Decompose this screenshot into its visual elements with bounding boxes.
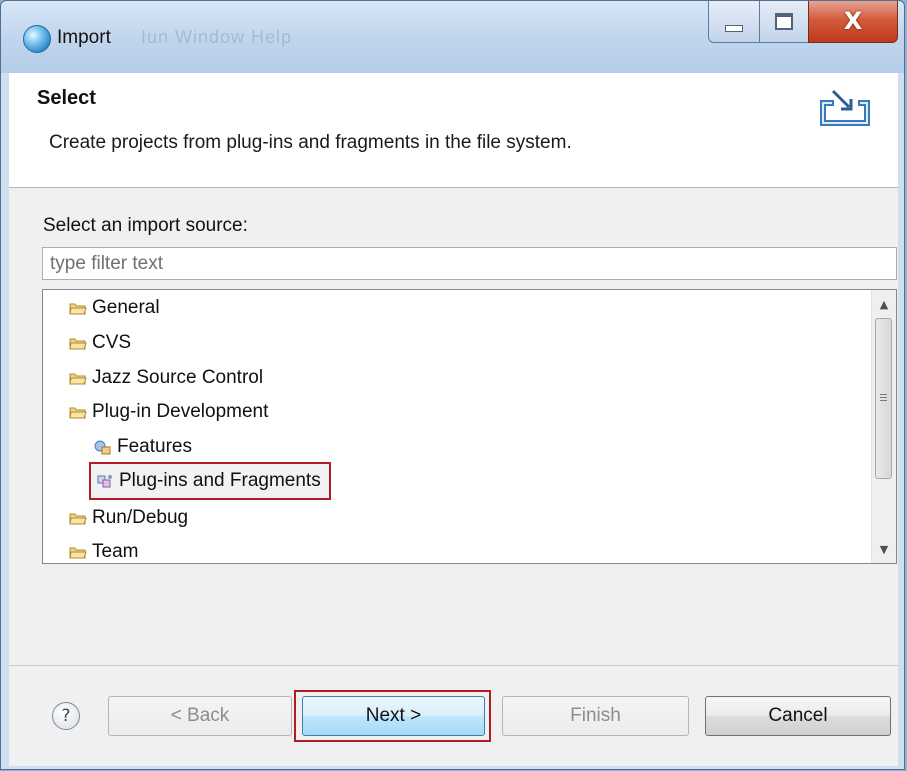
plugin-icon (95, 472, 115, 490)
scroll-down-arrow-icon[interactable]: ▼ (872, 537, 896, 561)
import-source-tree[interactable]: General CVS Jazz Source Control Plug-in … (42, 289, 897, 564)
tree-item-label: CVS (92, 332, 132, 353)
close-icon: X (843, 6, 863, 35)
wizard-content: Select an import source: General CVS Jaz (9, 188, 898, 665)
folder-icon (69, 337, 87, 350)
tree-item-label: Features (117, 436, 192, 457)
tree-item-run-debug[interactable]: Run/Debug (69, 503, 188, 533)
tree-item-team[interactable]: Team (69, 537, 139, 563)
tree-item-general[interactable]: General (69, 293, 160, 323)
scrollbar-thumb[interactable] (875, 318, 892, 479)
grip-line (880, 400, 887, 401)
tree-item-label: Team (92, 541, 139, 562)
maximize-button[interactable] (759, 1, 809, 43)
eclipse-app-icon (23, 25, 51, 53)
folder-icon (69, 512, 87, 525)
help-button[interactable]: ? (52, 702, 80, 730)
grip-line (880, 394, 887, 395)
folder-icon (69, 302, 87, 315)
maximize-icon (775, 13, 793, 30)
scroll-up-arrow-icon[interactable]: ▲ (872, 292, 896, 316)
minimize-icon (725, 25, 743, 32)
page-description: Create projects from plug-ins and fragme… (49, 132, 572, 153)
tree-item-label: Run/Debug (92, 507, 189, 528)
wizard-header: Select Create projects from plug-ins and… (9, 73, 898, 188)
vertical-scrollbar[interactable]: ▲ ▼ (871, 290, 896, 563)
import-dialog: Import Iun Window Help X Select Create p… (0, 0, 905, 770)
filter-input[interactable] (42, 247, 897, 280)
grip-line (880, 397, 887, 398)
cancel-button[interactable]: Cancel (705, 696, 891, 736)
tree-item-label: Jazz Source Control (92, 367, 264, 388)
tree-item-plug-ins-and-fragments[interactable]: Plug-ins and Fragments (89, 462, 331, 500)
import-source-label: Select an import source: (43, 215, 248, 236)
page-title: Select (37, 87, 96, 109)
window-title: Import (57, 27, 111, 48)
next-button-highlight (294, 690, 491, 742)
close-button[interactable]: X (808, 1, 898, 43)
feature-icon (93, 438, 113, 456)
title-bar[interactable]: Import Iun Window Help X (1, 1, 904, 73)
folder-open-icon (69, 406, 87, 419)
minimize-button[interactable] (708, 1, 760, 43)
wizard-footer: ? < Back Next > Finish Cancel (9, 665, 898, 766)
tree-item-label: Plug-ins and Fragments (119, 470, 321, 491)
tree-item-jazz-source-control[interactable]: Jazz Source Control (69, 363, 263, 393)
tree-item-plug-in-development[interactable]: Plug-in Development (69, 397, 268, 427)
tree-item-cvs[interactable]: CVS (69, 328, 131, 358)
import-wizard-icon (820, 89, 870, 126)
folder-icon (69, 546, 87, 559)
background-menu-ghost-text: Iun Window Help (141, 27, 293, 47)
back-button[interactable]: < Back (108, 696, 292, 736)
tree-item-label: General (92, 297, 160, 318)
folder-icon (69, 372, 87, 385)
tree-item-features[interactable]: Features (93, 432, 192, 462)
finish-button[interactable]: Finish (502, 696, 689, 736)
tree-item-label: Plug-in Development (92, 401, 269, 422)
